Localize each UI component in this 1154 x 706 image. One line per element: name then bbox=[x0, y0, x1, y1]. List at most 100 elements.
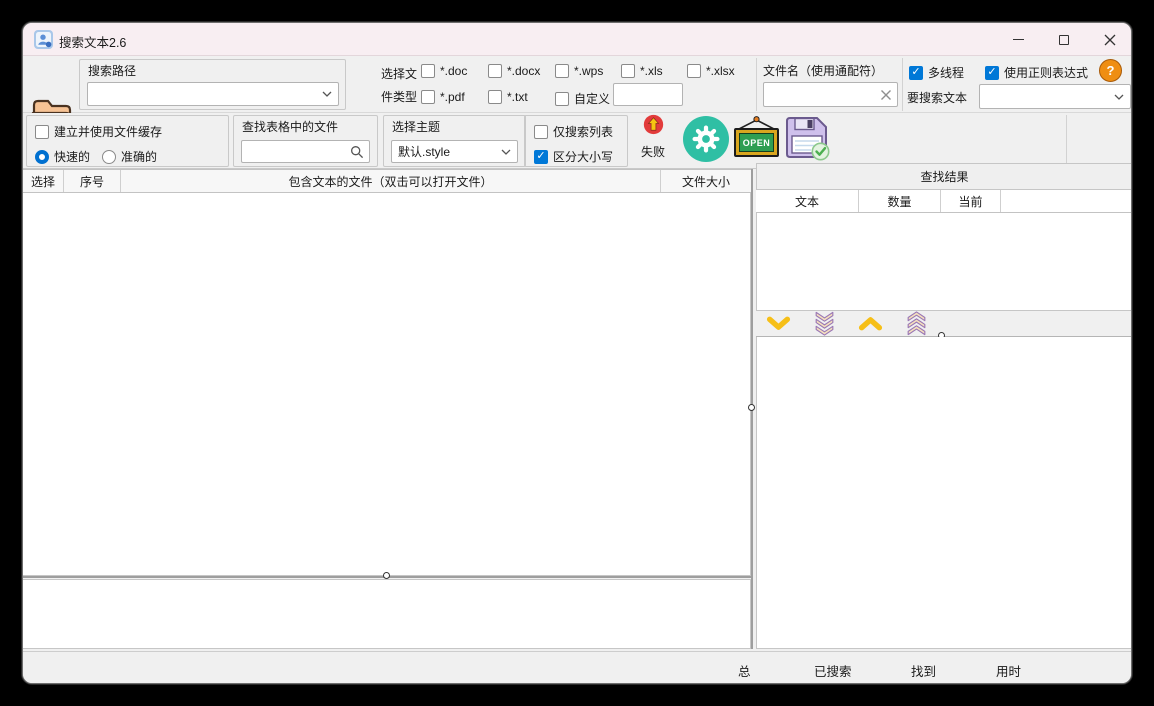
close-button[interactable] bbox=[1087, 23, 1132, 56]
column-header-select: 选择 bbox=[23, 170, 64, 192]
filename-input[interactable] bbox=[769, 87, 880, 103]
file-type-checkbox-wps[interactable]: *.wps bbox=[555, 64, 603, 78]
checkbox-label: *.pdf bbox=[440, 90, 465, 104]
open-sign-icon: OPEN bbox=[734, 128, 779, 157]
file-type-checkbox-pdf[interactable]: *.pdf bbox=[421, 90, 465, 104]
toolbar-row-2: 建立并使用文件缓存 快速的 准确的 查找表格中的文件 bbox=[23, 113, 1132, 169]
checkbox-icon bbox=[555, 92, 569, 106]
column-header-index: 序号 bbox=[64, 170, 121, 192]
window-title: 搜索文本2.6 bbox=[59, 32, 126, 51]
triple-chevron-up-icon bbox=[905, 311, 928, 336]
checkbox-icon bbox=[488, 64, 502, 78]
radio-icon bbox=[102, 150, 116, 164]
next-result-button[interactable] bbox=[765, 314, 791, 334]
list-only-checkbox[interactable]: 仅搜索列表 bbox=[534, 123, 613, 140]
regex-checkbox[interactable]: 使用正则表达式 bbox=[985, 64, 1088, 81]
chevron-down-icon bbox=[766, 316, 791, 331]
column-header-count: 数量 bbox=[859, 190, 941, 212]
chevron-down-icon bbox=[1114, 94, 1124, 100]
theme-label: 选择主题 bbox=[392, 118, 440, 135]
custom-type-input[interactable] bbox=[619, 87, 677, 103]
status-searched-label: 已搜索 bbox=[814, 661, 852, 680]
file-type-checkbox-xls[interactable]: *.xls bbox=[621, 64, 663, 78]
file-type-checkbox-doc[interactable]: *.doc bbox=[421, 64, 467, 78]
toolbar-row-1: 搜索路径 选择文 件类型 *.doc *.docx *.wps *.xls bbox=[23, 56, 1132, 113]
file-type-checkbox-txt[interactable]: *.txt bbox=[488, 90, 528, 104]
preview-area bbox=[756, 337, 1132, 649]
theme-group: 选择主题 默认.style bbox=[383, 115, 526, 167]
app-logo-icon bbox=[34, 30, 53, 49]
radio-label: 准确的 bbox=[121, 148, 157, 165]
save-floppy-icon bbox=[783, 115, 831, 161]
speed-fast-radio[interactable]: 快速的 bbox=[35, 148, 90, 165]
previous-result-button[interactable] bbox=[857, 314, 883, 334]
chevron-down-icon bbox=[322, 91, 332, 97]
open-file-button[interactable]: OPEN bbox=[734, 116, 779, 159]
title-bar: 搜索文本2.6 bbox=[23, 23, 1132, 56]
theme-combobox[interactable]: 默认.style bbox=[391, 140, 518, 163]
column-header-current: 当前 bbox=[941, 190, 1001, 212]
results-table-body[interactable] bbox=[756, 213, 1132, 311]
checkbox-icon bbox=[555, 64, 569, 78]
radio-icon bbox=[35, 150, 49, 164]
radio-label: 快速的 bbox=[54, 148, 90, 165]
app-window: 搜索文本2.6 搜索路径 选择 bbox=[22, 22, 1132, 684]
checkbox-label: *.docx bbox=[507, 64, 540, 78]
checkbox-label: *.txt bbox=[507, 90, 528, 104]
multithread-checkbox[interactable]: 多线程 bbox=[909, 64, 964, 81]
checkbox-icon bbox=[909, 66, 923, 80]
file-type-checkbox-custom[interactable]: 自定义 bbox=[555, 90, 610, 107]
case-sensitive-checkbox[interactable]: 区分大小写 bbox=[534, 148, 613, 165]
file-type-checkbox-xlsx[interactable]: *.xlsx bbox=[687, 64, 735, 78]
find-in-table-label: 查找表格中的文件 bbox=[242, 118, 338, 135]
triple-chevron-down-icon bbox=[813, 311, 836, 336]
search-path-label: 搜索路径 bbox=[88, 62, 136, 79]
file-type-checkbox-docx[interactable]: *.docx bbox=[488, 64, 540, 78]
results-table-header: 文本 数量 当前 bbox=[756, 190, 1132, 213]
checkbox-icon bbox=[421, 64, 435, 78]
failed-status: 失败 bbox=[632, 114, 674, 160]
search-icon bbox=[350, 145, 364, 159]
cache-checkbox[interactable]: 建立并使用文件缓存 bbox=[35, 123, 162, 140]
maximize-icon bbox=[1059, 35, 1069, 45]
first-result-button[interactable] bbox=[903, 314, 929, 334]
log-area bbox=[23, 579, 751, 649]
find-in-table-group: 查找表格中的文件 bbox=[233, 115, 378, 167]
custom-type-inputbox bbox=[613, 83, 683, 106]
status-time-label: 用时 bbox=[996, 661, 1021, 680]
chevron-up-icon bbox=[858, 316, 883, 331]
maximize-button[interactable] bbox=[1041, 23, 1087, 56]
settings-button[interactable] bbox=[683, 116, 729, 162]
search-path-group: 搜索路径 bbox=[79, 59, 346, 110]
checkbox-label: 区分大小写 bbox=[553, 148, 613, 165]
close-icon bbox=[1104, 34, 1116, 46]
checkbox-icon bbox=[534, 150, 548, 164]
checkbox-label: *.xlsx bbox=[706, 64, 735, 78]
help-button[interactable]: ? bbox=[1099, 59, 1122, 82]
vertical-splitter-handle[interactable] bbox=[748, 404, 755, 411]
gear-icon bbox=[691, 124, 721, 154]
checkbox-label: 多线程 bbox=[928, 64, 964, 81]
find-in-table-input[interactable] bbox=[247, 144, 350, 160]
save-button[interactable] bbox=[783, 115, 831, 166]
checkbox-label: 使用正则表达式 bbox=[1004, 64, 1088, 81]
checkbox-label: 自定义 bbox=[574, 90, 610, 107]
checkbox-label: 仅搜索列表 bbox=[553, 123, 613, 140]
search-path-combobox[interactable] bbox=[87, 82, 339, 106]
minimize-button[interactable] bbox=[995, 23, 1041, 56]
file-table-body[interactable] bbox=[23, 193, 751, 576]
clear-icon[interactable] bbox=[880, 89, 892, 101]
last-result-button[interactable] bbox=[811, 314, 837, 334]
search-text-combobox[interactable] bbox=[979, 84, 1131, 109]
file-table-header: 选择 序号 包含文本的文件（双击可以打开文件） 文件大小 bbox=[23, 169, 751, 193]
speed-accurate-radio[interactable]: 准确的 bbox=[102, 148, 157, 165]
open-sign-label: OPEN bbox=[739, 133, 774, 152]
chevron-down-icon bbox=[501, 149, 511, 155]
horizontal-splitter-handle[interactable] bbox=[383, 572, 390, 579]
column-header-size: 文件大小 bbox=[661, 170, 751, 192]
column-header-file: 包含文本的文件（双击可以打开文件） bbox=[121, 170, 661, 192]
filename-inputbox bbox=[763, 82, 898, 107]
checkbox-icon bbox=[35, 125, 49, 139]
search-text-label: 要搜索文本 bbox=[907, 89, 967, 106]
checkbox-icon bbox=[421, 90, 435, 104]
